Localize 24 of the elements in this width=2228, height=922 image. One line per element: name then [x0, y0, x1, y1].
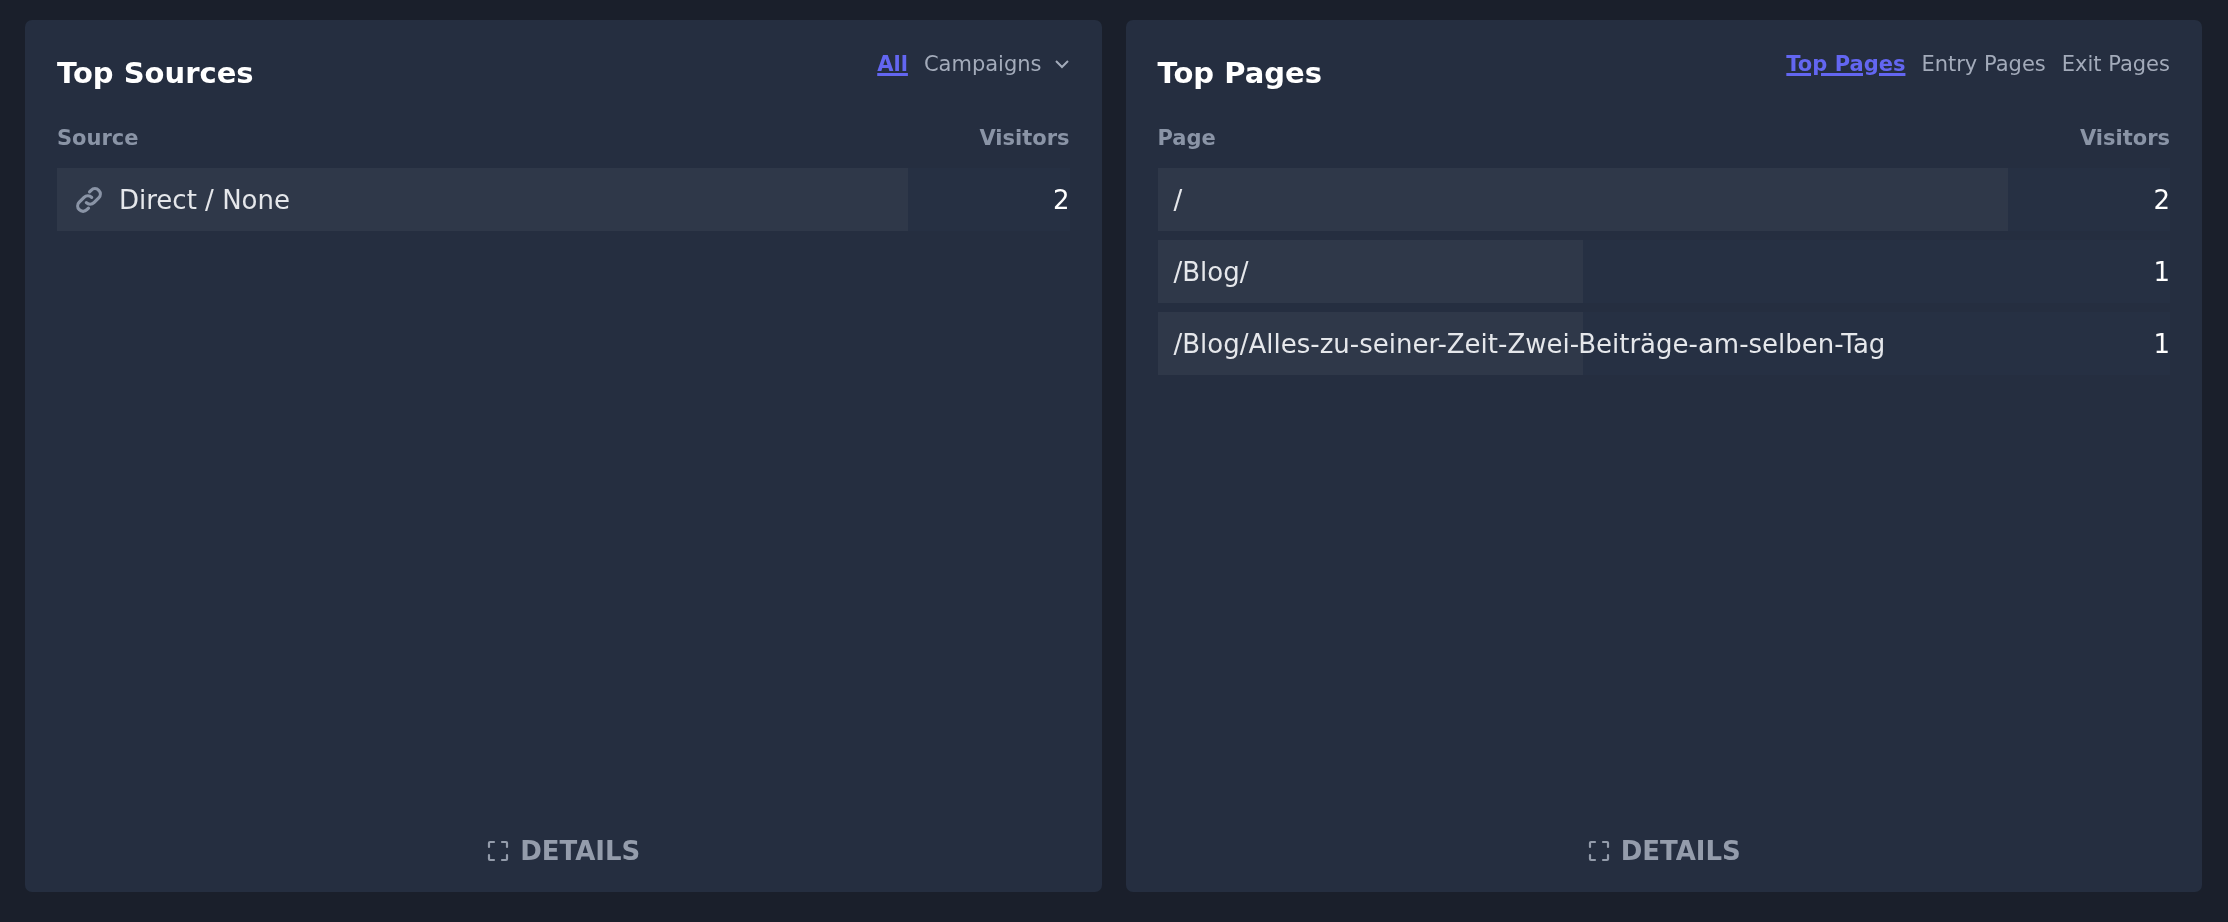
dropdown-tab[interactable]: Campaigns	[923, 52, 1070, 76]
visitor-count: 2	[1052, 184, 1070, 215]
tab[interactable]: Top Pages	[1786, 52, 1906, 76]
column-header: Page	[1157, 126, 1216, 150]
row-link[interactable]: /Blog/	[1173, 256, 1249, 287]
column-header: Visitors	[979, 126, 1070, 150]
row-link[interactable]: Direct / None	[119, 184, 290, 215]
tab[interactable]: Exit Pages	[2061, 52, 2170, 76]
column-header: Visitors	[2079, 126, 2170, 150]
details-button[interactable]: DETAILS	[486, 836, 641, 866]
tab[interactable]: All	[877, 52, 908, 76]
visitor-count: 1	[2153, 256, 2170, 287]
row-link[interactable]: /Blog/Alles-zu-seiner-Zeit-Zwei-Beiträge-am-selben-Tag	[1173, 328, 1886, 359]
visitor-count: 1	[2153, 328, 2170, 359]
expand-icon	[1586, 839, 1611, 863]
chevron-down-icon	[1053, 59, 1070, 69]
panel-title: Top Pages	[1157, 56, 1322, 90]
column-header: Source	[57, 126, 139, 150]
panel-title: Top Sources	[57, 56, 254, 90]
details-button[interactable]: DETAILS	[1586, 836, 1741, 866]
visitor-count: 2	[2153, 184, 2170, 215]
tab[interactable]: Entry Pages	[1921, 52, 2046, 76]
row-link[interactable]: /	[1173, 184, 1183, 215]
expand-icon	[486, 839, 511, 863]
